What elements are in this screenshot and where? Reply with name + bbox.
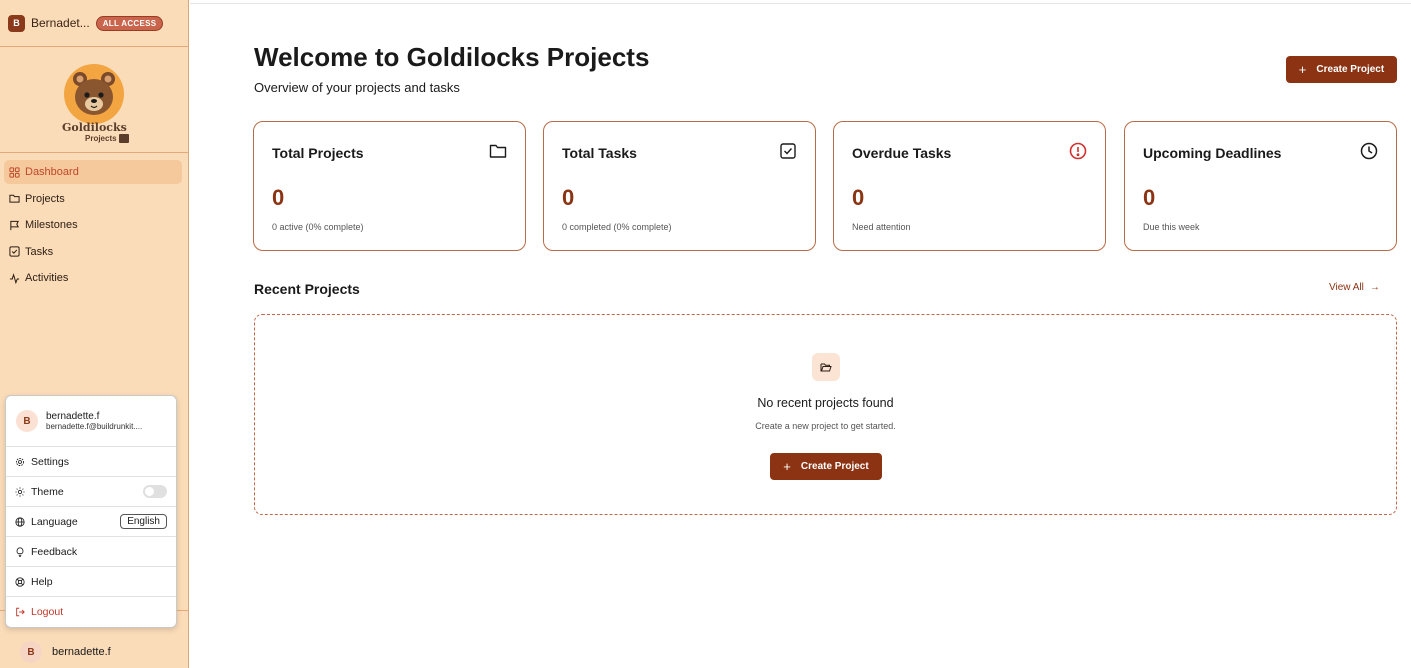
stat-card-total-tasks: Total Tasks 0 0 completed (0% complete) (543, 121, 816, 251)
empty-state-subtitle: Create a new project to get started. (755, 421, 896, 431)
folder-icon (489, 144, 507, 158)
stat-value: 0 (1143, 185, 1156, 210)
sidebar-item-label: Tasks (25, 245, 54, 258)
empty-state: No recent projects found Create a new pr… (254, 314, 1397, 515)
stat-subtext: 0 active (0% complete) (272, 222, 364, 232)
language-select[interactable]: English (120, 514, 167, 529)
sidebar-item-label: Dashboard (25, 166, 79, 178)
arrow-right-icon: → (1369, 282, 1380, 293)
stat-card-overdue-tasks: Overdue Tasks 0 Need attention (833, 121, 1106, 251)
menu-item-label: Language (31, 515, 78, 528)
stat-title: Total Tasks (562, 145, 637, 161)
divider (0, 152, 189, 153)
stat-card-total-projects: Total Projects 0 0 active (0% complete) (253, 121, 526, 251)
lightbulb-icon (16, 546, 24, 557)
stat-title: Overdue Tasks (852, 145, 952, 161)
account-info: bernadette.f bernadette.f@buildrunkit...… (46, 411, 142, 432)
button-label: Create Project (800, 461, 869, 472)
avatar: B (20, 641, 42, 663)
section-title: Recent Projects (254, 281, 360, 297)
alert-icon (1069, 142, 1087, 160)
menu-item-help[interactable]: Help (6, 567, 176, 597)
workspace-switcher[interactable]: B Bernadet... ALL ACCESS (8, 11, 164, 35)
plus-icon: + (783, 459, 791, 474)
sidebar-item-label: Milestones (25, 219, 78, 232)
view-all-link[interactable]: View All → (1329, 282, 1380, 293)
user-menu-trigger[interactable]: B bernadette.f (20, 641, 111, 663)
menu-item-label: Theme (31, 485, 64, 498)
stat-subtext: Need attention (852, 222, 911, 232)
clock-icon (1360, 142, 1378, 160)
account-menu: B bernadette.f bernadette.f@buildrunkit.… (5, 395, 177, 628)
menu-item-label: Settings (31, 455, 69, 468)
menu-item-theme[interactable]: Theme (6, 477, 176, 507)
sidebar-item-tasks[interactable]: Tasks (4, 240, 182, 264)
menu-item-feedback[interactable]: Feedback (6, 537, 176, 567)
notebook-icon (118, 134, 129, 143)
logo-title: Goldilocks (62, 121, 127, 134)
stat-subtext: 0 completed (0% complete) (562, 222, 672, 232)
sidebar-item-projects[interactable]: Projects (4, 187, 182, 211)
globe-icon (15, 516, 25, 527)
menu-item-label: Logout (31, 606, 64, 618)
plus-icon: + (1298, 62, 1307, 77)
menu-item-label: Help (31, 575, 53, 588)
theme-toggle[interactable] (143, 485, 167, 498)
create-project-button[interactable]: + Create Project (1286, 56, 1397, 83)
access-badge: ALL ACCESS (95, 15, 164, 31)
menu-item-settings[interactable]: Settings (6, 447, 176, 477)
button-label: Create Project (1316, 64, 1385, 75)
stat-subtext: Due this week (1143, 222, 1200, 232)
bear-logo-icon (64, 64, 124, 124)
create-project-button[interactable]: + Create Project (770, 453, 882, 480)
folder-open-icon (820, 363, 832, 372)
sidebar-item-dashboard[interactable]: Dashboard (4, 160, 182, 184)
gear-icon (15, 457, 25, 466)
checkbox-icon (780, 143, 796, 159)
menu-item-language[interactable]: Language English (6, 507, 176, 537)
stat-title: Total Projects (272, 145, 364, 161)
workspace-name: Bernadet... (31, 16, 90, 30)
stat-title: Upcoming Deadlines (1143, 145, 1282, 161)
empty-state-title: No recent projects found (757, 396, 894, 410)
sidebar-item-label: Activities (25, 272, 69, 285)
stat-value: 0 (272, 185, 285, 210)
app-root: B Bernadet... ALL ACCESS Goldilocks Proj… (0, 0, 1411, 668)
logo-subtitle: Projects (85, 134, 129, 143)
username: bernadette.f (52, 646, 111, 658)
checkbox-icon (9, 246, 20, 257)
avatar: B (16, 410, 38, 432)
sun-icon (15, 486, 25, 497)
sidebar-item-activities[interactable]: Activities (4, 266, 182, 290)
sidebar-nav: Dashboard Projects Milestones Tasks Acti… (4, 160, 182, 293)
account-username: bernadette.f (46, 410, 100, 422)
sidebar-item-label: Projects (25, 192, 65, 205)
empty-state-icon-box (812, 353, 840, 381)
menu-item-logout[interactable]: Logout (6, 597, 176, 627)
menu-item-label: Feedback (31, 545, 78, 558)
account-menu-header: B bernadette.f bernadette.f@buildrunkit.… (6, 396, 176, 447)
grid-icon (9, 166, 20, 178)
page-title: Welcome to Goldilocks Projects (254, 42, 650, 72)
logout-icon (16, 607, 25, 617)
flag-icon (10, 220, 19, 230)
page-subtitle: Overview of your projects and tasks (254, 80, 460, 95)
link-label: View All (1329, 282, 1364, 293)
folder-icon (9, 194, 20, 203)
workspace-avatar: B (8, 14, 25, 32)
top-border (190, 3, 1411, 4)
stat-value: 0 (562, 185, 575, 210)
stat-card-upcoming-deadlines: Upcoming Deadlines 0 Due this week (1124, 121, 1397, 251)
sidebar-item-milestones[interactable]: Milestones (4, 213, 182, 237)
account-email: bernadette.f@buildrunkit.... (46, 421, 143, 431)
divider (0, 46, 189, 47)
activity-icon (9, 273, 20, 284)
lifebuoy-icon (15, 576, 25, 587)
stat-value: 0 (852, 185, 865, 210)
